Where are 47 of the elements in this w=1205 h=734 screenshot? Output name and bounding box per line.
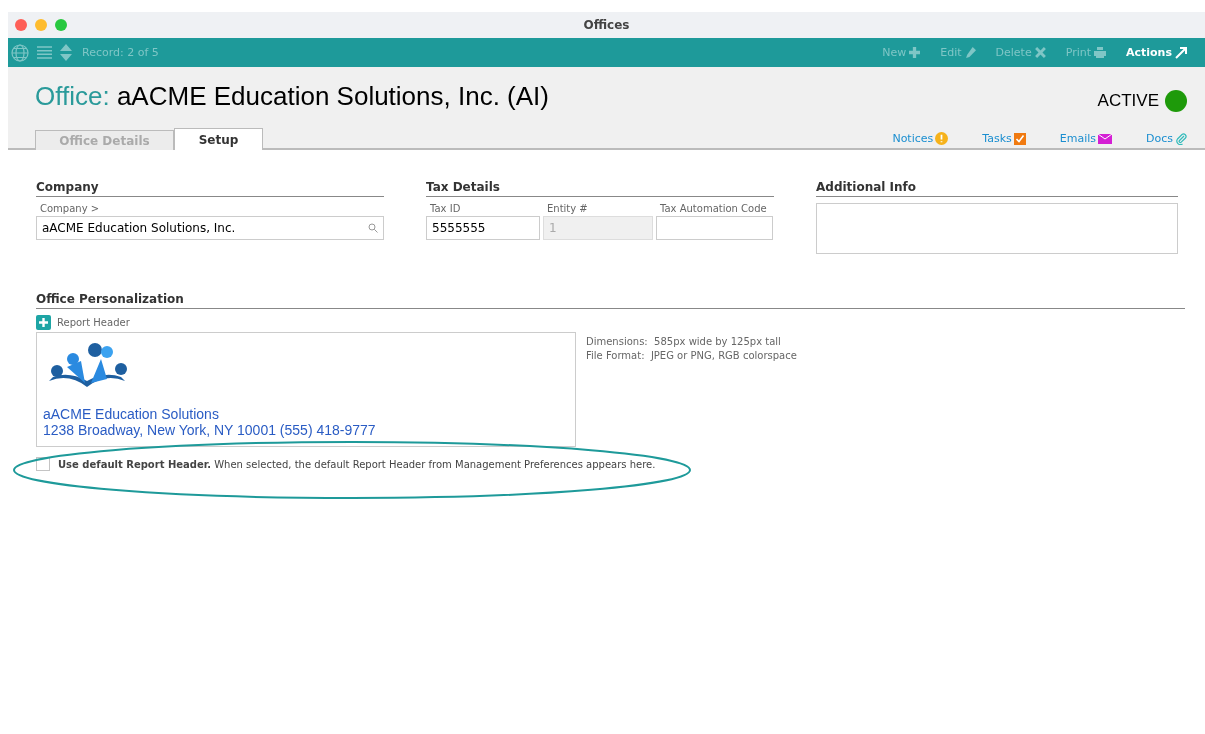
close-icon — [1034, 47, 1046, 58]
globe-icon[interactable] — [11, 43, 29, 62]
spec-text: Dimensions: 585px wide by 125px tall — [586, 336, 782, 347]
field-label: Entity # — [547, 203, 589, 214]
paperclip-icon — [1175, 132, 1187, 145]
header-text: 1238 Broadway, New York, NY 10001 (555) 418-9777 — [43, 422, 377, 438]
field-label: Company > — [40, 203, 101, 214]
header-link[interactable]: Emails — [1059, 132, 1112, 145]
zoom-button[interactable] — [55, 19, 67, 31]
field-label: Tax Automation Code — [660, 203, 768, 214]
spec-text: File Format: JPEG or PNG, RGB colorspace — [586, 350, 797, 361]
menu-icon[interactable] — [37, 46, 52, 59]
section-title: Tax Details — [426, 180, 774, 197]
plus-icon — [909, 47, 921, 58]
input-field[interactable]: 5555555 — [426, 216, 540, 240]
alert-icon — [935, 132, 949, 145]
toolbar-button[interactable]: Actions — [1126, 46, 1187, 59]
section-title: Office Personalization — [36, 292, 1185, 309]
pencil-icon — [964, 47, 976, 58]
header-link[interactable]: Docs — [1146, 132, 1187, 145]
tab[interactable]: Setup — [174, 128, 263, 150]
record-counter: Record: 2 of 5 — [82, 46, 159, 59]
company-field[interactable]: aACME Education Solutions, Inc. — [36, 216, 384, 240]
add-icon[interactable] — [36, 315, 51, 330]
minimize-button[interactable] — [35, 19, 47, 31]
text-area[interactable] — [816, 203, 1178, 254]
field-label: Report Header — [57, 317, 130, 328]
arrow-icon — [1175, 46, 1187, 59]
header-link[interactable]: Tasks — [982, 132, 1026, 145]
window-title: Offices — [583, 18, 630, 32]
status-label: ACTIVE — [1097, 90, 1159, 111]
up-down-icon[interactable] — [60, 44, 72, 61]
field-label: Tax ID — [430, 203, 462, 214]
mail-icon — [1098, 133, 1112, 144]
checkbox-label: Use default Report Header. When selected, the default Report Header from Management Preferences appears here. — [58, 458, 656, 470]
header-text: aACME Education Solutions — [43, 406, 220, 422]
status-dot — [1165, 89, 1187, 112]
record-title: Office: aACME Education Solutions, Inc. (AI) — [35, 81, 550, 112]
close-button[interactable] — [15, 19, 27, 31]
checkbox-icon — [1013, 132, 1026, 145]
input-field[interactable] — [656, 216, 773, 240]
section-title: Additional Info — [816, 180, 1178, 197]
section-title: Company — [36, 180, 384, 197]
search-icon — [368, 223, 378, 233]
tab[interactable]: Office Details — [35, 130, 174, 150]
header-link[interactable]: Notices — [892, 132, 949, 145]
printer-icon — [1094, 47, 1106, 58]
